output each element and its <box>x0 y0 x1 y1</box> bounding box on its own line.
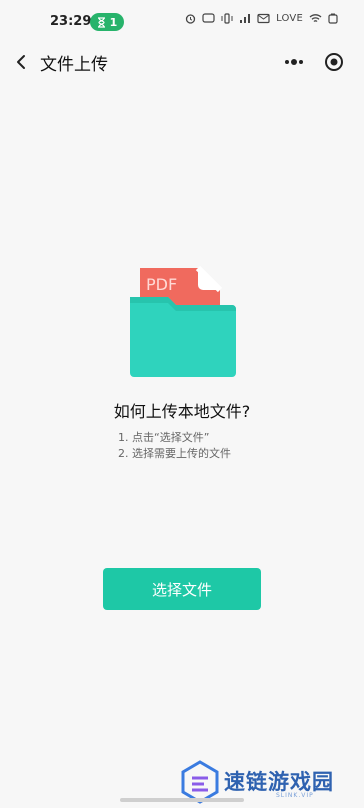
close-program-button[interactable] <box>314 46 354 78</box>
badge-count: 1 <box>109 15 118 29</box>
instruction-steps: 1. 点击“选择文件” 2. 选择需要上传的文件 <box>118 430 231 462</box>
hourglass-icon <box>97 16 105 28</box>
mini-program-capsule <box>274 46 354 78</box>
instruction-heading: 如何上传本地文件? <box>113 402 251 421</box>
home-indicator[interactable] <box>120 798 244 802</box>
status-icons: LOVE <box>185 13 338 24</box>
more-dots-icon <box>285 59 303 65</box>
step-item: 2. 选择需要上传的文件 <box>118 447 231 460</box>
signal-data-icon <box>240 14 251 23</box>
select-file-button[interactable]: 选择文件 <box>103 568 261 610</box>
back-button[interactable] <box>12 48 32 76</box>
status-time: 23:29 <box>50 14 92 29</box>
target-icon <box>325 53 343 71</box>
love-label: LOVE <box>276 13 303 24</box>
wifi-icon <box>309 14 322 23</box>
pdf-label: PDF <box>146 275 177 294</box>
call-badge[interactable]: 1 <box>90 13 124 31</box>
page-title: 文件上传 <box>40 55 108 75</box>
status-bar: 23:29 1 LOVE <box>0 0 364 44</box>
alarm-icon <box>185 14 196 24</box>
nav-header: 文件上传 <box>0 44 364 80</box>
mail-icon <box>257 13 270 24</box>
pdf-folder-illustration: PDF <box>130 265 236 377</box>
step-item: 1. 点击“选择文件” <box>118 431 210 444</box>
battery-icon <box>328 13 338 24</box>
vibrate-icon <box>221 13 233 24</box>
chevron-left-icon <box>17 55 25 69</box>
watermark-subtext: SLINK.VIP <box>276 792 314 799</box>
message-icon <box>202 13 215 23</box>
more-button[interactable] <box>274 46 314 78</box>
